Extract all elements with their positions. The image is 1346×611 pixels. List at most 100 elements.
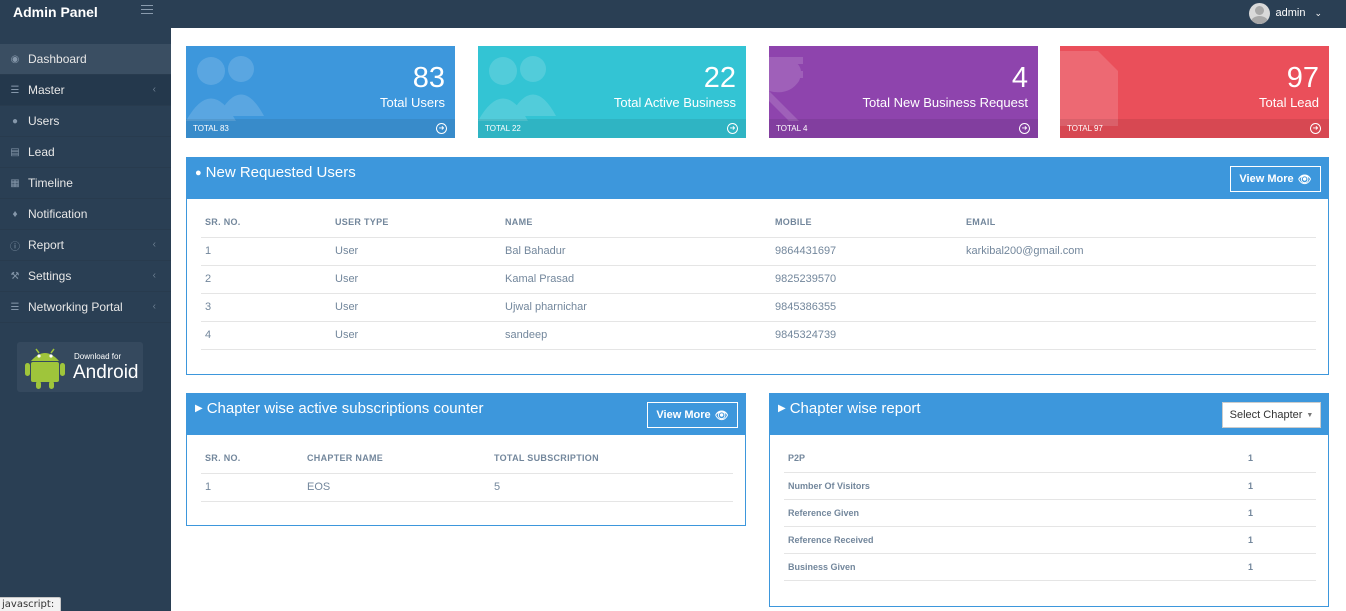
tile-label: Total Active Business [613, 95, 736, 110]
select-chapter-dropdown[interactable]: Select Chapter ▼ [1222, 402, 1321, 428]
report-value: 1 [1244, 472, 1316, 500]
table-row: 1 User Bal Bahadur 9864431697 karkibal200@gm… [201, 237, 1316, 266]
table-cell: 1 [201, 237, 331, 266]
wrench-icon: ⚒ [10, 270, 20, 282]
tile-label: Total Lead [1259, 95, 1319, 110]
sidebar-item-report[interactable]: ⓘ Report ‹ [0, 230, 171, 261]
rupee-icon [769, 57, 803, 121]
tile-label: Total Users [379, 95, 445, 110]
table-cell: 4 [201, 321, 331, 350]
users-icon: ● [195, 166, 202, 179]
new-requested-users-panel: ● New Requested Users View More 👁 SR. NO… [186, 157, 1329, 375]
report-row: Reference Received 1 [784, 526, 1316, 554]
report-row: Business Given 1 [784, 553, 1316, 581]
table-cell: Bal Bahadur [501, 237, 771, 266]
table-cell: User [331, 237, 501, 266]
list-icon: ☰ [10, 84, 20, 96]
sidebar-item-timeline[interactable]: ▦ Timeline [0, 168, 171, 199]
report-metric: Number Of Visitors [784, 472, 1244, 500]
sidebar-item-label: Master [28, 83, 65, 97]
table-cell: karkibal200@gmail.com [962, 237, 1316, 266]
view-more-label: View More [1239, 173, 1294, 185]
report-row: P2P 1 [784, 445, 1316, 473]
arrow-circle-right-icon: ➜ [436, 123, 447, 134]
sidebar-item-label: Report [28, 238, 65, 252]
tile-footer[interactable]: TOTAL 97 ➜ [1060, 119, 1329, 138]
list-icon: ☰ [10, 301, 20, 313]
tile-value: 22 [703, 62, 736, 94]
tile-value: 4 [1011, 62, 1028, 94]
tile-total-lead[interactable]: 97 Total Lead TOTAL 97 ➜ [1060, 46, 1329, 138]
table-row: 4 User sandeep 9845324739 [201, 321, 1316, 350]
chevron-left-icon: ‹ [152, 239, 156, 250]
android-download-button[interactable]: Download for Android [17, 342, 143, 392]
sidebar-item-users[interactable]: ● Users [0, 106, 171, 137]
tile-footer-text: TOTAL 4 [776, 124, 808, 133]
view-more-label: View More [656, 409, 711, 421]
tile-total-active-business[interactable]: 22 Total Active Business TOTAL 22 ➜ [478, 46, 746, 138]
sidebar-item-label: Notification [28, 207, 88, 221]
user-name: admin [1275, 7, 1306, 19]
view-more-button[interactable]: View More 👁 [647, 402, 738, 428]
table-row: 1 EOS 5 [201, 473, 733, 502]
bell-icon: ♦ [12, 208, 18, 220]
sidebar-item-label: Settings [28, 269, 72, 283]
menu-toggle-icon[interactable] [141, 5, 153, 17]
chapter-subscriptions-table: SR. NO. CHAPTER NAME TOTAL SUBSCRIPTION 1E… [201, 444, 733, 502]
bullhorn-icon: ▶ [195, 403, 203, 414]
panel-title: ▶ Chapter wise active subscriptions coun… [195, 400, 484, 417]
table-cell: Ujwal pharnichar [501, 293, 771, 322]
sidebar-item-networking-portal[interactable]: ☰ Networking Portal ‹ [0, 292, 171, 323]
users-icon: ● [11, 115, 19, 127]
sidebar-item-master[interactable]: ☰ Master ‹ [0, 75, 171, 106]
sidebar-item-label: Dashboard [28, 52, 87, 66]
tile-total-users[interactable]: 83 Total Users TOTAL 83 ➜ [186, 46, 455, 138]
tile-total-new-business-request[interactable]: 4 Total New Business Request TOTAL 4 ➜ [769, 46, 1038, 138]
report-metric: P2P [784, 445, 1244, 473]
column-header: EMAIL [962, 208, 1316, 238]
dashboard-icon: ◉ [10, 53, 20, 65]
avatar [1249, 2, 1271, 24]
tile-label: Total New Business Request [862, 95, 1028, 110]
tile-footer[interactable]: TOTAL 83 ➜ [186, 119, 455, 138]
tile-footer-text: TOTAL 97 [1067, 124, 1103, 133]
report-row: Number Of Visitors 1 [784, 472, 1316, 500]
tile-value: 97 [1286, 62, 1319, 94]
panel-title: ● New Requested Users [195, 164, 356, 181]
chapter-report-table: P2P 1 Number Of Visitors 1 Reference Given 1 R… [784, 445, 1316, 581]
sidebar-item-notification[interactable]: ♦ Notification [0, 199, 171, 230]
table-cell: User [331, 293, 501, 322]
tile-footer[interactable]: TOTAL 4 ➜ [769, 119, 1038, 138]
table-cell [962, 293, 1316, 322]
sidebar-item-label: Timeline [28, 176, 73, 190]
top-navbar: Admin Panel admin ⌄ [0, 0, 1346, 28]
tile-footer-text: TOTAL 22 [485, 124, 521, 133]
user-menu[interactable]: admin ⌄ [1249, 1, 1322, 25]
table-cell: 9825239570 [771, 265, 962, 294]
tile-footer[interactable]: TOTAL 22 ➜ [478, 119, 746, 138]
view-more-button[interactable]: View More 👁 [1230, 166, 1321, 192]
main-content: 83 Total Users TOTAL 83 ➜ 22 Total Active… [171, 28, 1346, 611]
chevron-down-icon: ⌄ [1314, 7, 1322, 18]
tile-footer-text: TOTAL 83 [193, 124, 229, 133]
report-value: 1 [1244, 526, 1316, 554]
chevron-left-icon: ‹ [152, 301, 156, 312]
android-icon [25, 348, 65, 389]
app-title[interactable]: Admin Panel [13, 4, 98, 20]
table-cell: 3 [201, 293, 331, 322]
chevron-left-icon: ‹ [152, 270, 156, 281]
panel-title-text: Chapter wise active subscriptions counte… [206, 400, 484, 417]
table-cell: 9845324739 [771, 321, 962, 350]
panel-title-text: New Requested Users [205, 164, 356, 181]
report-metric: Reference Received [784, 526, 1244, 554]
users-icon [186, 56, 264, 121]
sidebar-item-dashboard[interactable]: ◉ Dashboard [0, 44, 171, 75]
sidebar-item-settings[interactable]: ⚒ Settings ‹ [0, 261, 171, 292]
panel-title: ▶ Chapter wise report [778, 400, 921, 417]
sidebar-item-label: Lead [28, 145, 55, 159]
select-chapter-label: Select Chapter [1229, 409, 1303, 421]
sidebar: ◉ Dashboard ☰ Master ‹ ● Users ▤ Lead ▦ Timeline ♦ N… [0, 44, 171, 323]
panel-header: ▶ Chapter wise report Select Chapter ▼ [770, 394, 1328, 435]
tile-value: 83 [412, 62, 445, 94]
sidebar-item-lead[interactable]: ▤ Lead [0, 137, 171, 168]
